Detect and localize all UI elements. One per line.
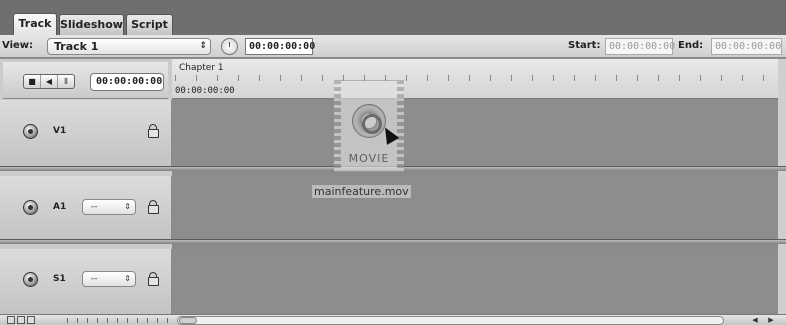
track-name: S1 <box>53 274 66 284</box>
scroll-right-icon[interactable]: ▶ <box>764 315 778 325</box>
chapter-marker-label[interactable]: Chapter 1 <box>179 63 224 73</box>
audio-track-icon[interactable] <box>23 200 38 215</box>
select-value: -- <box>91 274 98 284</box>
timeline-row-s1[interactable] <box>172 249 778 314</box>
select-arrows-icon: ⇕ <box>199 41 207 51</box>
playhead-timecode-field[interactable]: 00:00:00:00 <box>90 73 164 91</box>
select-arrows-icon: ⇕ <box>124 202 131 211</box>
view-label: View: <box>2 40 34 51</box>
track-name: V1 <box>53 126 67 136</box>
zoom-in-icon[interactable] <box>27 316 35 324</box>
end-timecode-field[interactable]: 00:00:00:00 <box>711 38 782 55</box>
zoom-fit-icon[interactable] <box>17 316 25 324</box>
audio-icon[interactable]: ◀ <box>41 75 58 88</box>
track-header-s1[interactable]: S1 -- ⇕ <box>0 249 172 314</box>
lock-icon[interactable] <box>148 200 159 214</box>
end-label: End: <box>678 40 704 51</box>
view-select-value: Track 1 <box>54 40 99 53</box>
ruler-ticks <box>175 75 775 81</box>
select-arrows-icon: ⇕ <box>124 274 131 283</box>
timeline-ruler[interactable]: Chapter 1 00:00:00:00 <box>172 59 778 99</box>
track-header-column: ■ ◀ ⦀ 00:00:00:00 V1 A1 -- ⇕ S1 -- ⇕ <box>0 59 172 314</box>
timeline-row-a1[interactable] <box>172 176 778 239</box>
timeline-row-v1[interactable] <box>172 100 778 166</box>
playback-controls: ■ ◀ ⦀ 00:00:00:00 <box>3 62 168 99</box>
ruler-timecode: 00:00:00:00 <box>175 86 235 96</box>
zoom-buttons <box>7 316 55 324</box>
lock-icon[interactable] <box>148 272 159 286</box>
scrollbar-thumb[interactable] <box>179 317 197 324</box>
horizontal-scrollbar[interactable] <box>177 316 724 325</box>
audio-stream-select[interactable]: -- ⇕ <box>82 199 136 215</box>
tab-bar: Track Slideshow Script <box>0 0 786 36</box>
view-bar: View: Track 1 ⇕ 00:00:00:00 Start: 00:00… <box>0 35 786 58</box>
track-header-a1[interactable]: A1 -- ⇕ <box>0 176 172 239</box>
start-timecode-field[interactable]: 00:00:00:00 <box>605 38 675 55</box>
tab-track[interactable]: Track <box>13 13 57 36</box>
stop-icon[interactable]: ■ <box>24 75 41 88</box>
track-separator[interactable] <box>0 239 786 244</box>
track-name: A1 <box>53 202 67 212</box>
subtitle-track-icon[interactable] <box>23 272 38 287</box>
view-select[interactable]: Track 1 ⇕ <box>47 38 211 55</box>
timeline-area[interactable]: Chapter 1 00:00:00:00 <box>172 59 786 314</box>
scroll-left-icon[interactable]: ◀ <box>748 315 762 325</box>
subtitle-stream-select[interactable]: -- ⇕ <box>82 271 136 287</box>
start-label: Start: <box>568 40 601 51</box>
lock-icon[interactable] <box>148 124 159 138</box>
zoom-slider[interactable] <box>67 318 173 323</box>
tab-script[interactable]: Script <box>126 14 173 35</box>
zoom-out-icon[interactable] <box>7 316 15 324</box>
tab-slideshow[interactable]: Slideshow <box>59 14 124 35</box>
view-timecode-field[interactable]: 00:00:00:00 <box>245 38 315 55</box>
dragged-filename: mainfeature.mov <box>312 185 411 198</box>
bottom-bar: ◀ ▶ <box>0 314 786 325</box>
track-header-v1[interactable]: V1 <box>0 100 172 166</box>
view-mode-button-group: ■ ◀ ⦀ <box>23 74 75 89</box>
movie-badge: MOVIE <box>348 152 390 165</box>
video-track-icon[interactable] <box>23 124 38 139</box>
waveform-icon[interactable]: ⦀ <box>58 75 74 88</box>
dragged-movie-file[interactable]: MOVIE <box>334 80 404 172</box>
vertical-scroll-edge[interactable] <box>778 59 786 314</box>
select-value: -- <box>91 202 98 212</box>
timecode-clock-icon[interactable] <box>221 38 238 55</box>
